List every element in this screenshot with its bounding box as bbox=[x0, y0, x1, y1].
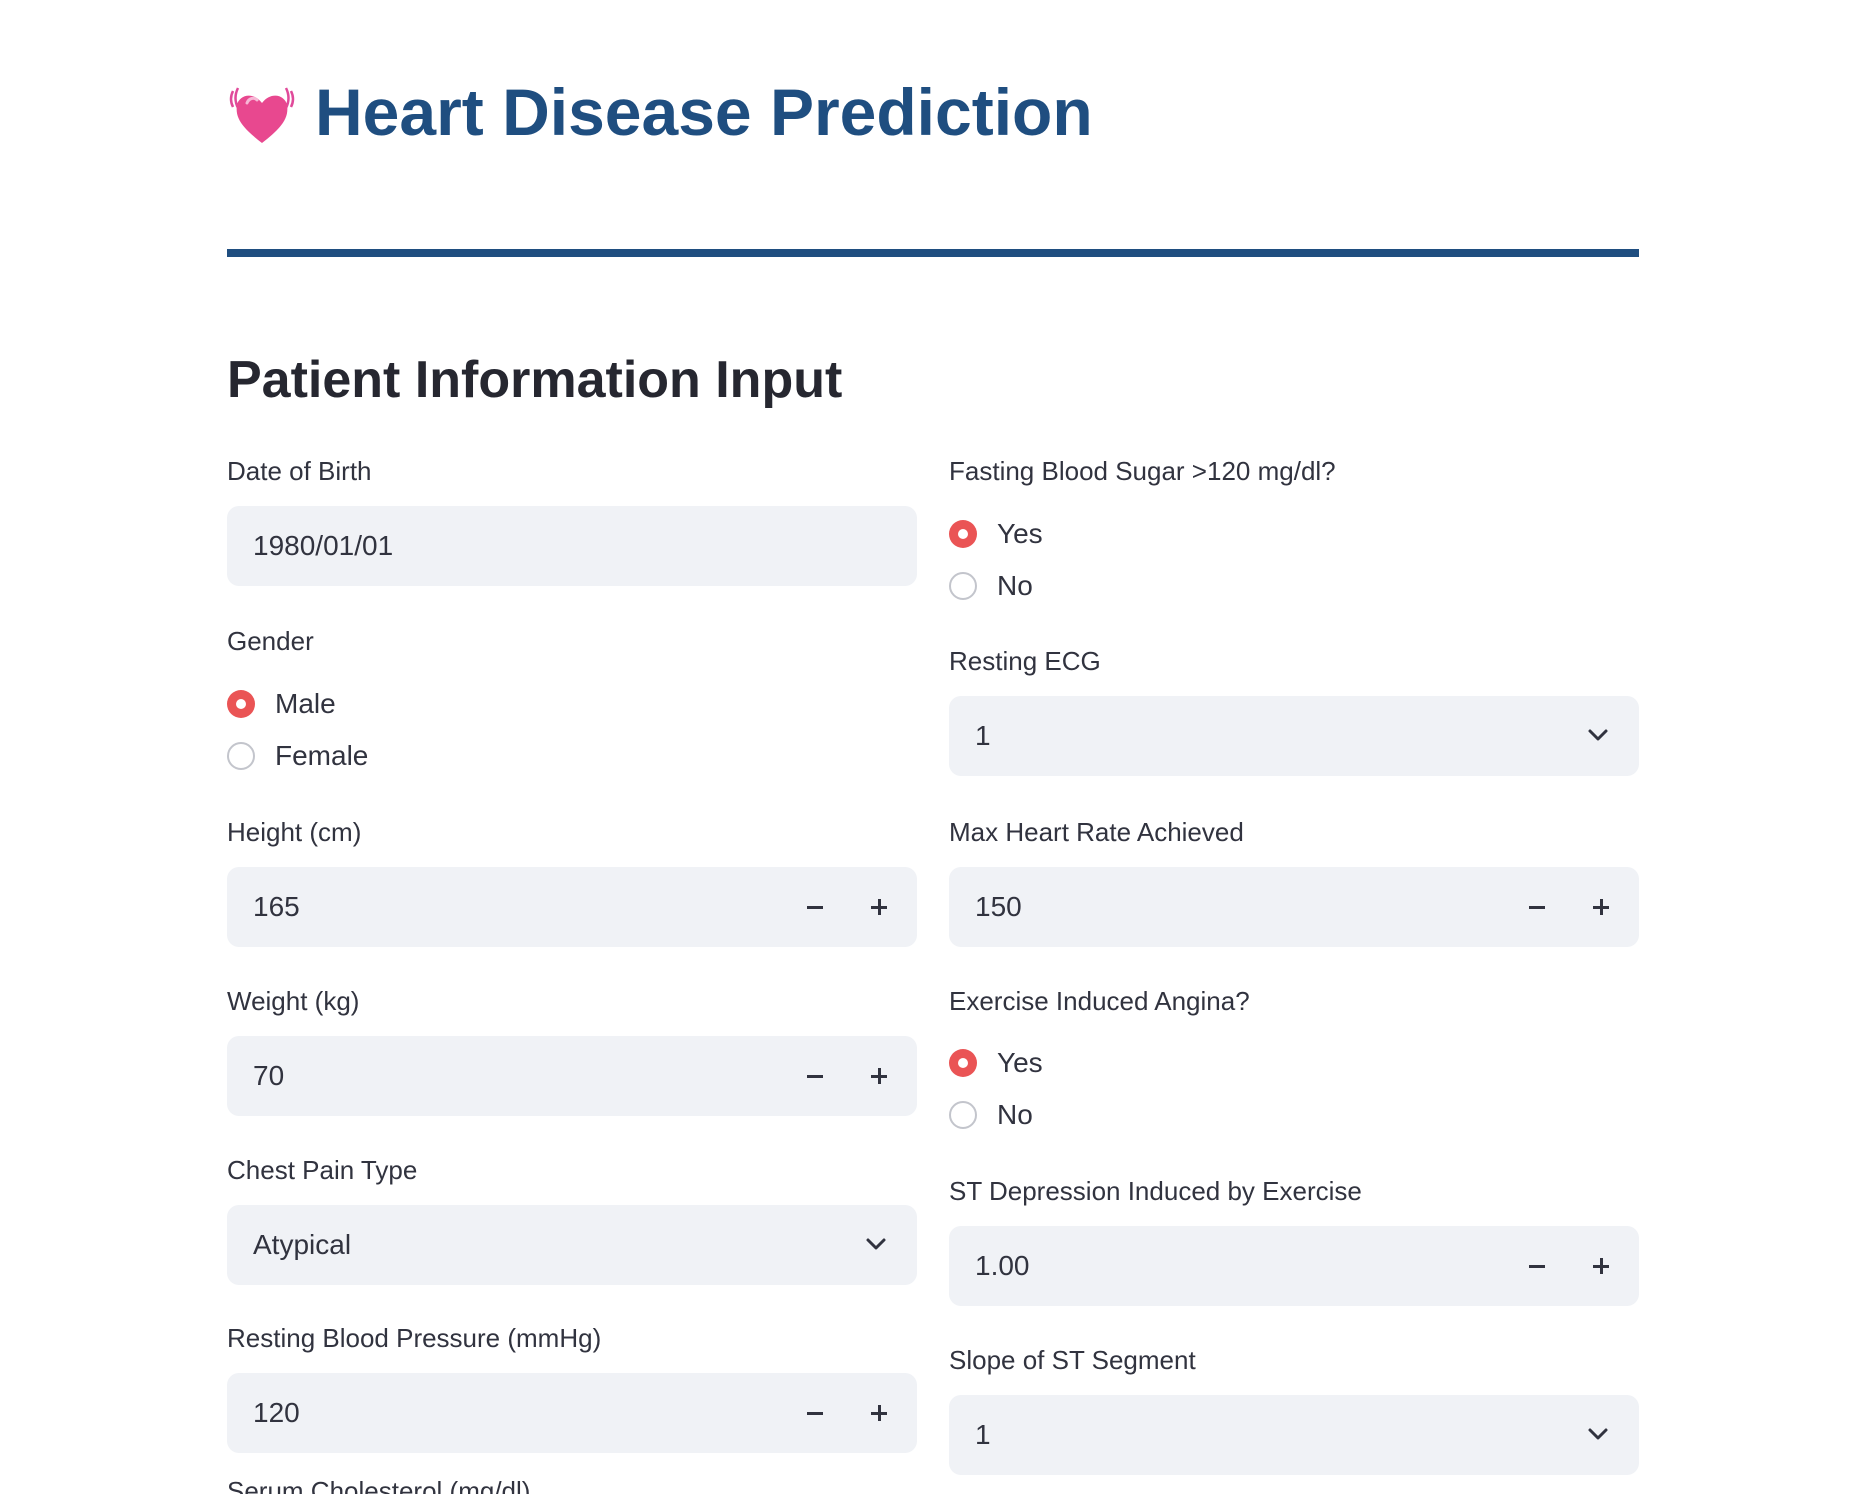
resting-bp-stepper bbox=[787, 1373, 917, 1453]
angina-option-yes[interactable]: Yes bbox=[949, 1043, 1043, 1083]
minus-icon bbox=[807, 1412, 823, 1415]
angina-option-no[interactable]: No bbox=[949, 1095, 1033, 1135]
dob-input[interactable]: 1980/01/01 bbox=[227, 506, 917, 586]
max-hr-stepper bbox=[1509, 867, 1639, 947]
max-hr-label: Max Heart Rate Achieved bbox=[949, 817, 1244, 847]
radio-unchecked-icon bbox=[949, 572, 977, 600]
increment-button[interactable] bbox=[1575, 1240, 1627, 1292]
gender-option-male[interactable]: Male bbox=[227, 684, 336, 724]
radio-unchecked-icon bbox=[227, 742, 255, 770]
plus-icon-vertical bbox=[1599, 1258, 1603, 1274]
height-label: Height (cm) bbox=[227, 817, 362, 847]
weight-value: 70 bbox=[253, 1060, 285, 1091]
weight-stepper bbox=[787, 1036, 917, 1116]
resting-bp-value: 120 bbox=[253, 1397, 300, 1428]
resting-ecg-select[interactable]: 1 bbox=[949, 696, 1639, 776]
page-title: Heart Disease Prediction bbox=[315, 75, 1093, 149]
plus-icon-vertical bbox=[1599, 899, 1603, 915]
height-stepper bbox=[787, 867, 917, 947]
angina-option-label: No bbox=[997, 1099, 1033, 1130]
fbs-label: Fasting Blood Sugar >120 mg/dl? bbox=[949, 456, 1336, 486]
cholesterol-label: Serum Cholesterol (mg/dl) bbox=[227, 1476, 531, 1494]
max-hr-input[interactable]: 150 bbox=[949, 867, 1639, 947]
st-slope-select[interactable]: 1 bbox=[949, 1395, 1639, 1475]
resting-bp-label: Resting Blood Pressure (mmHg) bbox=[227, 1323, 602, 1353]
plus-icon-vertical bbox=[877, 1068, 881, 1084]
gender-option-female[interactable]: Female bbox=[227, 736, 368, 776]
weight-input[interactable]: 70 bbox=[227, 1036, 917, 1116]
angina-option-label: Yes bbox=[997, 1047, 1043, 1078]
plus-icon-vertical bbox=[877, 899, 881, 915]
weight-label: Weight (kg) bbox=[227, 986, 360, 1016]
dob-label: Date of Birth bbox=[227, 456, 372, 486]
increment-button[interactable] bbox=[853, 1050, 905, 1102]
st-depression-input[interactable]: 1.00 bbox=[949, 1226, 1639, 1306]
radio-checked-icon bbox=[227, 690, 255, 718]
minus-icon bbox=[1529, 1265, 1545, 1268]
minus-icon bbox=[1529, 906, 1545, 909]
radio-unchecked-icon bbox=[949, 1101, 977, 1129]
decrement-button[interactable] bbox=[789, 1050, 841, 1102]
decrement-button[interactable] bbox=[789, 881, 841, 933]
st-slope-value: 1 bbox=[975, 1419, 991, 1450]
fbs-option-yes[interactable]: Yes bbox=[949, 514, 1043, 554]
page-header: Heart Disease Prediction bbox=[227, 70, 1093, 154]
increment-button[interactable] bbox=[853, 1387, 905, 1439]
fbs-option-label: Yes bbox=[997, 518, 1043, 549]
gender-option-label: Male bbox=[275, 688, 336, 719]
st-slope-label: Slope of ST Segment bbox=[949, 1345, 1196, 1375]
chevron-down-icon bbox=[1588, 1428, 1608, 1440]
resting-ecg-label: Resting ECG bbox=[949, 646, 1101, 676]
fbs-option-no[interactable]: No bbox=[949, 566, 1033, 606]
chevron-down-icon bbox=[1588, 729, 1608, 741]
radio-checked-icon bbox=[949, 520, 977, 548]
max-hr-value: 150 bbox=[975, 891, 1022, 922]
chest-pain-select[interactable]: Atypical bbox=[227, 1205, 917, 1285]
dob-value: 1980/01/01 bbox=[253, 530, 394, 561]
decrement-button[interactable] bbox=[789, 1387, 841, 1439]
st-depression-value: 1.00 bbox=[975, 1250, 1030, 1281]
resting-bp-input[interactable]: 120 bbox=[227, 1373, 917, 1453]
chest-pain-value: Atypical bbox=[253, 1229, 352, 1260]
decrement-button[interactable] bbox=[1511, 1240, 1563, 1292]
increment-button[interactable] bbox=[853, 881, 905, 933]
chevron-down-icon bbox=[866, 1238, 886, 1250]
minus-icon bbox=[807, 1075, 823, 1078]
minus-icon bbox=[807, 906, 823, 909]
radio-checked-icon bbox=[949, 1049, 977, 1077]
height-input[interactable]: 165 bbox=[227, 867, 917, 947]
st-depression-stepper bbox=[1509, 1226, 1639, 1306]
increment-button[interactable] bbox=[1575, 881, 1627, 933]
st-depression-label: ST Depression Induced by Exercise bbox=[949, 1176, 1362, 1206]
gender-option-label: Female bbox=[275, 740, 369, 771]
header-divider bbox=[227, 249, 1639, 257]
chest-pain-label: Chest Pain Type bbox=[227, 1155, 418, 1185]
page: Heart Disease Prediction Patient Informa… bbox=[0, 0, 1850, 1494]
decrement-button[interactable] bbox=[1511, 881, 1563, 933]
fbs-option-label: No bbox=[997, 570, 1033, 601]
angina-label: Exercise Induced Angina? bbox=[949, 986, 1250, 1016]
section-title: Patient Information Input bbox=[227, 351, 843, 409]
resting-ecg-value: 1 bbox=[975, 720, 991, 751]
gender-label: Gender bbox=[227, 626, 314, 656]
beating-heart-icon bbox=[229, 87, 295, 143]
height-value: 165 bbox=[253, 891, 300, 922]
plus-icon-vertical bbox=[877, 1405, 881, 1421]
